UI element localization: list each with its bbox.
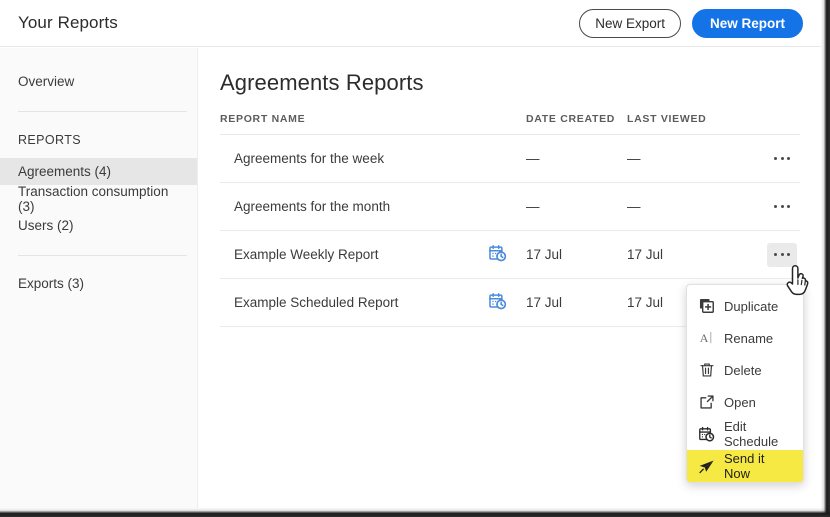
- reports-table-head: REPORT NAME DATE CREATED LAST VIEWED: [220, 113, 800, 135]
- sidebar-divider-1: [18, 111, 187, 112]
- row-overflow-menu-button[interactable]: [767, 195, 797, 219]
- cell-last-viewed: 17 Jul: [627, 231, 739, 279]
- calendar-clock-icon: [488, 292, 526, 314]
- top-bar-actions: New Export New Report: [579, 9, 803, 38]
- dot-icon: [787, 157, 790, 160]
- context-menu-item-label: Edit Schedule: [724, 419, 794, 449]
- row-overflow-menu-button[interactable]: [767, 243, 797, 267]
- cell-actions: [739, 231, 800, 279]
- new-export-button[interactable]: New Export: [579, 9, 681, 38]
- table-row[interactable]: Agreements for the week — —: [220, 135, 800, 183]
- top-bar: Your Reports New Export New Report: [0, 0, 821, 47]
- cell-schedule-icon: [488, 231, 526, 279]
- context-menu-item-label: Send it Now: [724, 451, 794, 481]
- table-row[interactable]: Example Weekly Report: [220, 231, 800, 279]
- context-menu-item-label: Duplicate: [724, 299, 778, 314]
- table-header-row: REPORT NAME DATE CREATED LAST VIEWED: [220, 113, 800, 135]
- cell-last-viewed: —: [627, 135, 739, 183]
- dot-icon: [781, 253, 784, 256]
- send-paper-plane-icon: [698, 458, 715, 475]
- cell-actions: [739, 183, 800, 231]
- calendar-clock-icon: [488, 244, 526, 266]
- application-window: Your Reports New Export New Report Overv…: [0, 0, 830, 517]
- row-overflow-menu-button[interactable]: [767, 147, 797, 171]
- sidebar-item-label: Exports (3): [18, 276, 84, 291]
- cell-report-name: Agreements for the week: [220, 135, 488, 183]
- sidebar-item-users[interactable]: Users (2): [0, 212, 197, 239]
- row-context-menu: Duplicate A Rename Delete: [686, 284, 804, 483]
- sidebar-item-transaction-consumption[interactable]: Transaction consumption (3): [0, 185, 197, 212]
- sidebar-item-label: Transaction consumption (3): [18, 184, 183, 214]
- trash-icon: [698, 362, 715, 379]
- sidebar: Overview REPORTS Agreements (4) Transact…: [0, 48, 198, 508]
- context-menu-item-label: Delete: [724, 363, 762, 378]
- window-edge-shadow-right: [821, 0, 830, 517]
- window-edge-shadow-bottom: [0, 508, 830, 517]
- context-menu-item-duplicate[interactable]: Duplicate: [687, 290, 803, 322]
- context-menu-item-edit-schedule[interactable]: Edit Schedule: [687, 418, 803, 450]
- context-menu-item-label: Open: [724, 395, 756, 410]
- sidebar-divider-2: [18, 255, 187, 256]
- sidebar-item-agreements[interactable]: Agreements (4): [0, 158, 197, 185]
- context-menu-item-rename[interactable]: A Rename: [687, 322, 803, 354]
- table-row[interactable]: Agreements for the month — —: [220, 183, 800, 231]
- page-header-title: Your Reports: [18, 13, 118, 33]
- dot-icon: [774, 205, 777, 208]
- page-title: Agreements Reports: [220, 70, 800, 96]
- context-menu-item-send-it-now[interactable]: Send it Now: [687, 450, 803, 482]
- cell-date-created: —: [526, 183, 627, 231]
- cell-report-name: Agreements for the month: [220, 183, 488, 231]
- dot-icon: [774, 253, 777, 256]
- rename-icon: A: [698, 330, 715, 347]
- svg-text:A: A: [699, 331, 708, 345]
- sidebar-item-label: Overview: [18, 74, 74, 89]
- column-header-report-name: REPORT NAME: [220, 113, 488, 135]
- sidebar-section-heading-reports: REPORTS: [0, 130, 197, 150]
- new-report-button[interactable]: New Report: [692, 9, 803, 38]
- sidebar-item-label: Users (2): [18, 218, 74, 233]
- cell-date-created: 17 Jul: [526, 279, 627, 327]
- dot-icon: [781, 205, 784, 208]
- column-header-last-viewed: LAST VIEWED: [627, 113, 739, 135]
- open-external-icon: [698, 394, 715, 411]
- calendar-clock-icon: [698, 426, 715, 443]
- cell-schedule-icon: [488, 183, 526, 231]
- sidebar-item-exports[interactable]: Exports (3): [0, 269, 197, 297]
- sidebar-item-overview[interactable]: Overview: [0, 67, 197, 95]
- column-header-actions: [739, 113, 800, 135]
- dot-icon: [787, 253, 790, 256]
- sidebar-item-label: Agreements (4): [18, 164, 111, 179]
- cell-schedule-icon: [488, 279, 526, 327]
- context-menu-item-label: Rename: [724, 331, 773, 346]
- cell-report-name: Example Scheduled Report: [220, 279, 488, 327]
- context-menu-item-open[interactable]: Open: [687, 386, 803, 418]
- cell-date-created: 17 Jul: [526, 231, 627, 279]
- cell-date-created: —: [526, 135, 627, 183]
- dot-icon: [787, 205, 790, 208]
- dot-icon: [781, 157, 784, 160]
- column-header-schedule: [488, 113, 526, 135]
- duplicate-icon: [698, 298, 715, 315]
- cell-last-viewed: —: [627, 183, 739, 231]
- cell-schedule-icon: [488, 135, 526, 183]
- sidebar-reports-group: Agreements (4) Transaction consumption (…: [0, 158, 197, 239]
- dot-icon: [774, 157, 777, 160]
- cell-actions: [739, 135, 800, 183]
- column-header-date-created: DATE CREATED: [526, 113, 627, 135]
- cell-report-name: Example Weekly Report: [220, 231, 488, 279]
- context-menu-item-delete[interactable]: Delete: [687, 354, 803, 386]
